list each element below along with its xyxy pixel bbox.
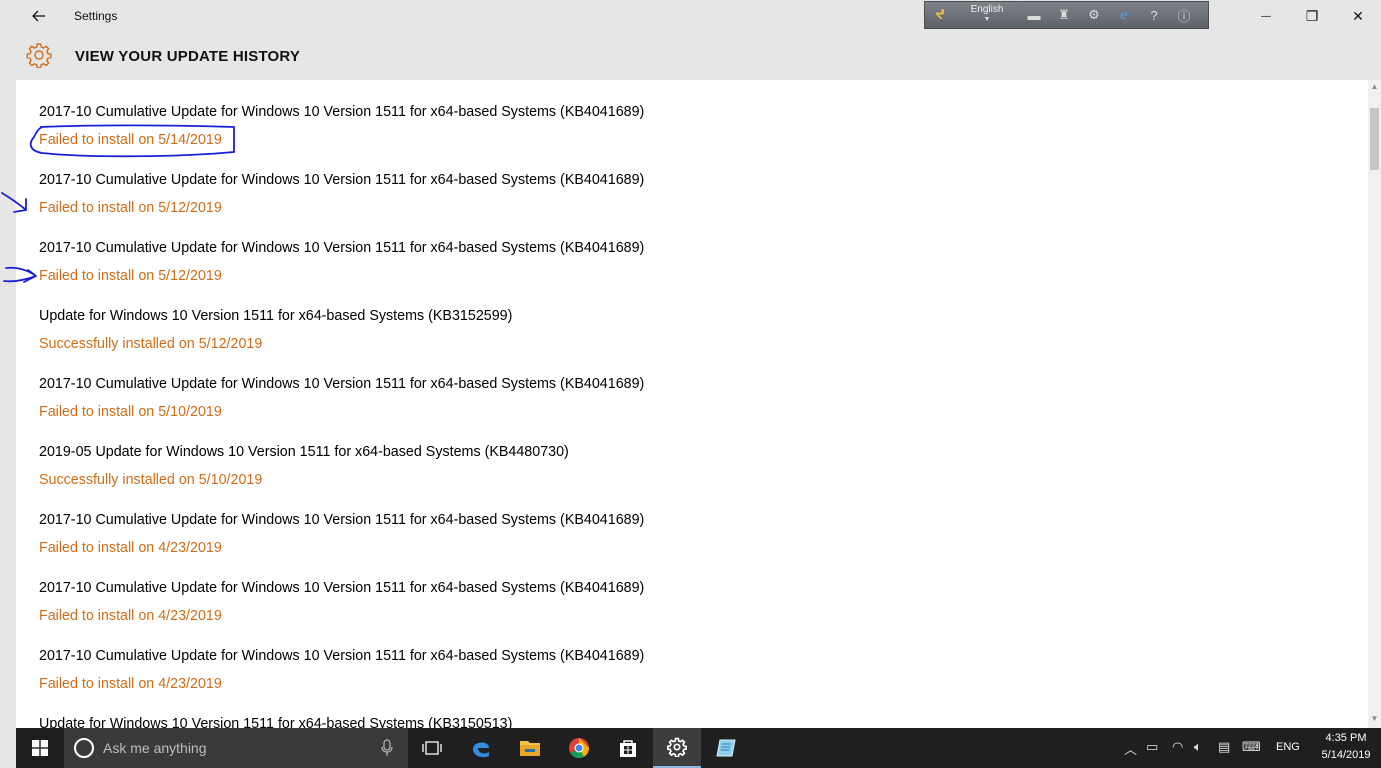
notepad-icon — [716, 739, 736, 757]
chevron-up-icon[interactable]: ︿ — [1124, 739, 1137, 758]
close-button[interactable]: ✕ — [1335, 0, 1381, 32]
start-button[interactable] — [16, 728, 64, 768]
update-title[interactable]: Update for Windows 10 Version 1511 for x… — [39, 308, 512, 324]
search-placeholder: Ask me anything — [103, 740, 207, 756]
taskbar-edge[interactable] — [457, 728, 505, 768]
help-icon[interactable]: ? — [1139, 2, 1169, 28]
battery-icon[interactable]: ▭ — [1146, 739, 1158, 755]
file-explorer-icon — [520, 741, 540, 756]
update-status: Failed to install on 4/23/2019 — [39, 676, 222, 692]
settings-icon — [667, 737, 687, 757]
windows-logo-icon — [32, 740, 48, 756]
update-title[interactable]: 2017-10 Cumulative Update for Windows 10… — [39, 512, 644, 528]
update-status: Failed to install on 5/14/2019 — [39, 132, 222, 148]
update-title[interactable]: 2017-10 Cumulative Update for Windows 10… — [39, 172, 644, 188]
gear-icon[interactable]: ⚙ — [1079, 2, 1109, 28]
update-status: Successfully installed on 5/12/2019 — [39, 336, 263, 352]
taskbar-notepad[interactable] — [702, 728, 750, 768]
update-status: Failed to install on 4/23/2019 — [39, 608, 222, 624]
update-title[interactable]: 2017-10 Cumulative Update for Windows 10… — [39, 104, 644, 120]
task-view-button[interactable] — [408, 728, 456, 768]
ime-language-selector[interactable]: English ▼ — [955, 2, 1019, 28]
taskbar: Ask me anything ︿ ▭ ◠ 🔈︎ ▤ ⌨ ENG 4:35 PM… — [16, 728, 1381, 768]
update-status: Failed to install on 5/12/2019 — [39, 268, 222, 284]
minimize-icon: — — [1261, 10, 1271, 22]
wifi-icon[interactable]: ◠ — [1172, 739, 1183, 755]
cortana-icon — [74, 738, 94, 758]
taskbar-file-explorer[interactable] — [506, 728, 554, 768]
update-status: Failed to install on 5/12/2019 — [39, 200, 222, 216]
update-history-list: 2017-10 Cumulative Update for Windows 10… — [16, 80, 1368, 728]
restore-icon: ❐ — [1305, 7, 1319, 24]
taskbar-store[interactable] — [604, 728, 652, 768]
ime-language-label: English — [970, 4, 1004, 15]
restore-button[interactable]: ❐ — [1289, 0, 1335, 32]
title-bar: Settings ᔪ English ▼ ▬ ♜ ⚙ ℯ ? ⓘ — ❐ ✕ — [16, 0, 1381, 32]
close-icon: ✕ — [1352, 7, 1364, 24]
update-title[interactable]: 2017-10 Cumulative Update for Windows 10… — [39, 240, 644, 256]
microphone-icon[interactable] — [380, 739, 394, 757]
ime-logo-icon[interactable]: ᔪ — [925, 2, 955, 28]
taskbar-settings[interactable] — [653, 728, 701, 768]
window-title: Settings — [74, 9, 118, 23]
update-title[interactable]: 2017-10 Cumulative Update for Windows 10… — [39, 580, 644, 596]
touch-keyboard-icon[interactable]: ⌨ — [1242, 739, 1261, 755]
update-status: Failed to install on 4/23/2019 — [39, 540, 222, 556]
task-view-icon — [422, 741, 442, 755]
update-status: Successfully installed on 5/10/2019 — [39, 472, 263, 488]
input-language[interactable]: ENG — [1276, 741, 1300, 753]
update-status: Failed to install on 5/10/2019 — [39, 404, 222, 420]
update-title[interactable]: 2017-10 Cumulative Update for Windows 10… — [39, 648, 644, 664]
scroll-down-icon[interactable]: ▼ — [1368, 714, 1381, 726]
page-title: VIEW YOUR UPDATE HISTORY — [75, 48, 301, 65]
pen-icon[interactable]: ♜ — [1049, 2, 1079, 28]
taskbar-chrome[interactable] — [555, 728, 603, 768]
ime-toolbar: ᔪ English ▼ ▬ ♜ ⚙ ℯ ? ⓘ — [924, 1, 1209, 29]
chrome-icon — [569, 738, 590, 759]
chevron-down-icon: ▼ — [983, 16, 991, 23]
update-title[interactable]: 2019-05 Update for Windows 10 Version 15… — [39, 444, 569, 460]
settings-window: Settings ᔪ English ▼ ▬ ♜ ⚙ ℯ ? ⓘ — ❐ ✕ V… — [16, 0, 1381, 728]
update-title[interactable]: 2017-10 Cumulative Update for Windows 10… — [39, 376, 644, 392]
clock-time[interactable]: 4:35 PM — [1316, 732, 1376, 744]
action-center-icon[interactable]: ▤ — [1218, 739, 1230, 755]
store-icon — [620, 740, 636, 757]
info-icon[interactable]: ⓘ — [1169, 2, 1199, 28]
edge-icon — [473, 742, 489, 758]
minimize-button[interactable]: — — [1243, 0, 1289, 32]
system-tray: ︿ ▭ ◠ 🔈︎ ▤ ⌨ ENG 4:35 PM 5/14/2019 — [1116, 728, 1381, 768]
edge-icon[interactable]: ℯ — [1109, 2, 1139, 28]
clock-date[interactable]: 5/14/2019 — [1316, 749, 1376, 761]
scrollbar-thumb[interactable] — [1370, 108, 1379, 170]
update-title[interactable]: Update for Windows 10 Version 1511 for x… — [39, 716, 512, 728]
page-header: VIEW YOUR UPDATE HISTORY — [16, 32, 1381, 80]
cortana-search-box[interactable]: Ask me anything — [64, 728, 408, 768]
scrollbar[interactable]: ▲ ▼ — [1368, 80, 1381, 728]
keyboard-icon[interactable]: ▬ — [1019, 2, 1049, 28]
back-arrow-icon — [32, 10, 45, 22]
volume-icon[interactable]: 🔈︎ — [1194, 739, 1202, 755]
scroll-up-icon[interactable]: ▲ — [1368, 82, 1381, 94]
back-button[interactable] — [26, 4, 52, 28]
settings-gear-icon — [26, 43, 52, 68]
